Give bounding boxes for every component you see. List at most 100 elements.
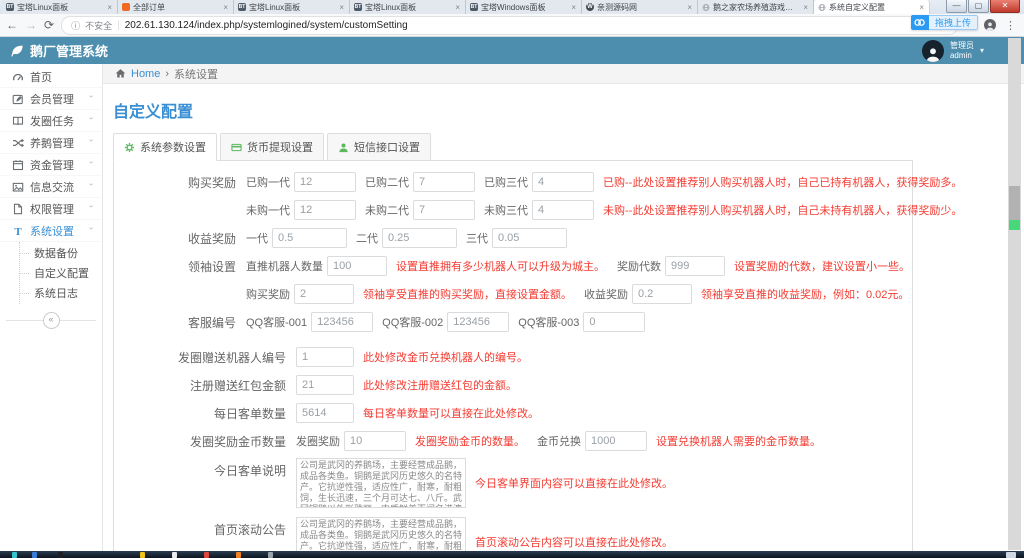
sidebar-item-menu[interactable]: 资金管理› [0,154,102,176]
text-input[interactable] [632,284,692,304]
breadcrumb-separator: › [165,68,169,80]
back-icon[interactable]: ← [6,19,18,31]
taskbar-icon[interactable] [204,552,209,558]
leaf-icon [10,44,24,58]
taskbar-icon[interactable] [268,552,273,558]
taskbar-icon[interactable] [140,552,145,558]
field-note: 未购--此处设置推荐别人购买机器人时，自己未持有机器人，获得奖励少。 [603,202,962,218]
app-header: 鹅厂管理系统 管理员 admin ▾ [0,37,1024,64]
tab-title: 宝塔Windows面板 [481,2,567,13]
reload-icon[interactable]: ⟳ [44,19,54,31]
profile-icon[interactable] [984,19,996,31]
scrollbar-marker [1009,220,1020,230]
text-input[interactable] [344,431,406,451]
sidebar-item-menu[interactable]: T系统设置› [0,220,102,242]
taskbar-icon[interactable] [12,552,17,558]
browser-tab[interactable]: BT宝塔Linux面板× [2,0,118,14]
taskbar-tray[interactable] [1006,552,1016,558]
text-input[interactable] [532,200,594,220]
dashboard-icon [11,71,24,83]
tab-close-icon[interactable]: × [106,3,113,12]
app-body: 首页会员管理›发圈任务›养鹅管理›资金管理›信息交流›权限管理›T系统设置› 数… [0,64,1024,551]
text-input[interactable] [413,172,475,192]
tab-close-icon[interactable]: × [222,3,229,12]
tree-line [20,293,29,294]
browser-tab[interactable]: BT宝塔Linux面板× [350,0,466,14]
tab-close-icon[interactable]: × [686,3,693,12]
settings-tab[interactable]: 短信接口设置 [327,133,431,161]
browser-menu-icon[interactable]: ⋮ [1005,19,1016,32]
field-note: 每日客单数量可以直接在此处修改。 [363,405,539,421]
address-bar[interactable]: ⓘ 不安全 | 202.61.130.124/index.php/systeml… [61,16,958,35]
browser-tab[interactable]: 全部订单× [118,0,234,14]
text-input[interactable] [272,228,347,248]
form-row: 客服编号QQ客服-001QQ客服-002QQ客服-003 [114,311,912,333]
text-input[interactable] [294,172,356,192]
tab-close-icon[interactable]: × [918,3,925,12]
user-menu[interactable]: 管理员 admin ▾ [922,40,984,62]
scrollbar-thumb[interactable] [1009,186,1020,222]
text-input[interactable] [413,200,475,220]
window-minimize-button[interactable]: — [946,0,967,13]
sidebar-item-menu[interactable]: 发圈任务› [0,110,102,132]
browser-tab[interactable]: BT宝塔Windows面板× [466,0,582,14]
text-input[interactable] [311,312,373,332]
text-input[interactable] [296,403,354,423]
tab-close-icon[interactable]: × [570,3,577,12]
browser-tab[interactable]: 鹅之家农场养殖游戏运营版× [698,0,814,14]
drag-upload-badge[interactable]: 拖拽上传 [911,15,978,30]
textarea-input[interactable] [296,458,466,508]
sidebar-subitem[interactable]: 系统日志 [20,283,102,303]
browser-tab[interactable]: W亲测源码网× [582,0,698,14]
text-input[interactable] [294,284,354,304]
window-close-button[interactable]: ✕ [990,0,1020,13]
field-sublabel: QQ客服-003 [518,314,579,330]
text-input[interactable] [382,228,457,248]
breadcrumb-home-link[interactable]: Home [131,68,160,80]
field-sublabel: QQ客服-002 [382,314,443,330]
text-input[interactable] [294,200,356,220]
tab-close-icon[interactable]: × [802,3,809,12]
browser-tab[interactable]: 系统自定义配置× [814,0,930,14]
sidebar-item-menu[interactable]: 养鹅管理› [0,132,102,154]
text-input[interactable] [296,375,354,395]
text-input[interactable] [583,312,645,332]
sidebar-item-menu[interactable]: 信息交流› [0,176,102,198]
sidebar-item-home[interactable]: 首页 [0,66,102,88]
textarea-input[interactable] [296,517,466,551]
tab-close-icon[interactable]: × [454,3,461,12]
text-input[interactable] [585,431,647,451]
sidebar-subitem[interactable]: 数据备份 [20,243,102,263]
breadcrumb-current: 系统设置 [174,66,218,82]
settings-tab[interactable]: 系统参数设置 [113,133,217,161]
sidebar-collapse[interactable]: « [0,312,102,328]
taskbar-icon[interactable] [58,552,63,558]
browser-tab[interactable]: BT宝塔Linux面板× [234,0,350,14]
forward-icon[interactable]: → [25,19,37,31]
tab-title: 宝塔Linux面板 [249,2,335,13]
taskbar-icon[interactable] [236,552,241,558]
window-restore-button[interactable]: ▢ [968,0,989,13]
form-row: 领袖设置直推机器人数量设置直推拥有多少机器人可以升级为城主。奖励代数设置奖励的代… [114,255,912,277]
field-label: 购买奖励 [114,174,246,191]
text-input[interactable] [447,312,509,332]
sidebar-subitem[interactable]: 自定义配置 [20,263,102,283]
text-input[interactable] [665,256,725,276]
taskbar-icon[interactable] [172,552,177,558]
text-input[interactable] [492,228,567,248]
text-input[interactable] [296,347,354,367]
page-scrollbar[interactable] [1008,38,1021,550]
chevron-down-icon: › [88,139,95,146]
sidebar-item-menu[interactable]: 权限管理› [0,198,102,220]
text-input[interactable] [327,256,387,276]
text-input[interactable] [532,172,594,192]
settings-tab[interactable]: 货币提现设置 [220,133,324,161]
settings-tab-label: 货币提现设置 [247,139,313,155]
font-icon: T [11,225,24,237]
page-info-icon[interactable]: ⓘ [71,19,80,32]
taskbar-icon[interactable] [32,552,37,558]
sidebar-submenu: 数据备份自定义配置系统日志 [19,242,102,304]
bt-panel-favicon: BT [6,3,14,11]
tab-close-icon[interactable]: × [338,3,345,12]
sidebar-item-menu[interactable]: 会员管理› [0,88,102,110]
